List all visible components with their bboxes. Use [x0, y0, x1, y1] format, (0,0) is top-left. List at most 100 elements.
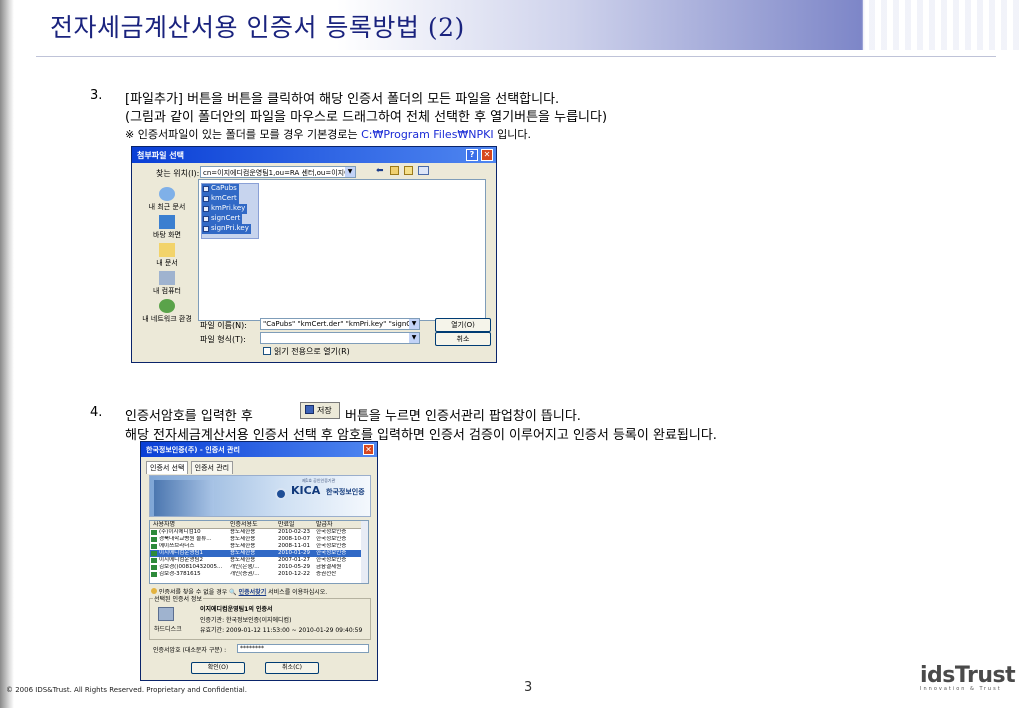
table-cell: 2010-05-29	[278, 564, 310, 570]
table-row[interactable]: 김보경-3781615 개인(증권/... 2010-12-22 증권전산	[150, 571, 368, 578]
file-item[interactable]: signCert	[202, 214, 243, 224]
place-mydocs[interactable]: 내 문서	[138, 243, 196, 271]
step3-line2: (그림과 같이 폴더안의 파일을 마우스로 드래그하여 전체 선택한 후 열기버…	[125, 110, 608, 125]
cert-manager-dialog: 한국정보인증(주) - 인증서 관리 ✕ 인증서 선택 인증서 관리 제1호 공…	[140, 441, 378, 681]
validity-line: 유효기간: 2009-01-12 11:53:00 ~ 2010-01-29 0…	[200, 627, 363, 634]
slide-title: 전자세금계산서용 인증서 등록방법 (2)	[50, 13, 465, 42]
file-item[interactable]: kmCert	[202, 194, 239, 204]
cert-table-scrollbar[interactable]	[361, 521, 368, 583]
table-cell: 한국정보인증	[316, 557, 347, 563]
ok-button[interactable]: 확인(O)	[191, 662, 245, 674]
cancel-button[interactable]: 취소(C)	[265, 662, 319, 674]
table-row[interactable]: 이지에디컴운영팀1 용도제한용 2010-01-29 한국정보인증	[150, 550, 368, 557]
tab-cert-select[interactable]: 인증서 선택	[146, 461, 189, 474]
table-cell: 증권전산	[316, 571, 337, 577]
place-recent[interactable]: 내 최근 문서	[138, 187, 196, 215]
file-icon	[203, 216, 209, 222]
group-label: 선택된 인증서 정보	[153, 594, 203, 603]
logo-tagline: Innovation & Trust	[920, 686, 1002, 692]
page-number: 3	[524, 680, 533, 695]
table-cell: 금융결제원	[316, 564, 342, 570]
password-label: 인증서암호 (대소문자 구분) :	[153, 647, 227, 654]
look-in-combo[interactable]: cn=이지에디컴운영팀1,ou=RA 센터,ou=이지에디 ▼	[200, 166, 356, 178]
cert-icon	[151, 544, 157, 549]
table-cell: 2008-10-07	[278, 536, 310, 542]
issuer-line: 인증기관: 한국정보인증(이지에디컴)	[200, 617, 292, 624]
step4-line1-before: 인증서암호를 입력한 후	[125, 409, 253, 424]
place-mycomputer[interactable]: 내 컴퓨터	[138, 271, 196, 299]
hint-after: 서비스를 이용하십시오.	[268, 589, 328, 596]
magnifier-icon: 🔍	[229, 589, 237, 596]
file-list-pane[interactable]: CaPubs kmCert kmPri.key signCert signPri…	[198, 179, 486, 321]
read-only-checkbox[interactable]	[263, 347, 271, 355]
table-row[interactable]: 김보경()00810432005... 개인(은행/... 2010-05-29 금융…	[150, 564, 368, 571]
table-cell: 2007-01-27	[278, 557, 310, 563]
cancel-button[interactable]: 취소	[435, 332, 491, 346]
file-item-label: CaPubs	[211, 184, 237, 192]
table-row[interactable]: 경북대학교병원 물류... 용도제한용 2008-10-07 한국정보인증	[150, 536, 368, 543]
open-button[interactable]: 열기(O)	[435, 318, 491, 332]
table-cell: 김보경-3781615	[159, 571, 201, 577]
table-cell: 한국정보인증	[316, 550, 347, 556]
cert-icon	[151, 530, 157, 535]
place-desktop-label: 바탕 화면	[153, 231, 181, 239]
table-row[interactable]: 에이쓰브라더스 용도제한용 2008-11-01 한국정보인증	[150, 543, 368, 550]
col-user: 사용자명	[153, 521, 176, 528]
tab-cert-manage[interactable]: 인증서 관리	[190, 461, 234, 474]
table-cell: 용도제한용	[230, 543, 256, 549]
place-desktop[interactable]: 바탕 화면	[138, 215, 196, 243]
file-item[interactable]: CaPubs	[202, 184, 239, 194]
table-cell: 경북대학교병원 물류...	[159, 536, 212, 542]
kica-logo-icon	[275, 488, 287, 500]
help-button[interactable]: ?	[466, 149, 478, 161]
cert-icon	[151, 558, 157, 563]
table-cell: 한국정보인증	[316, 536, 347, 542]
save-button-image: 저장	[300, 402, 340, 419]
file-item[interactable]: signPri.key	[202, 224, 251, 234]
note-path: C:₩Program Files₩NPKI	[361, 128, 494, 141]
cert-icon	[151, 572, 157, 577]
cert-dialog-title: 한국정보인증(주) - 인증서 관리	[146, 446, 240, 454]
file-icon	[203, 196, 209, 202]
step3-note: ※ 인증서파일이 있는 폴더를 모를 경우 기본경로는 C:₩Program F…	[125, 126, 531, 142]
close-button[interactable]: ✕	[481, 149, 493, 161]
place-mycomputer-label: 내 컴퓨터	[153, 287, 181, 295]
view-menu-icon[interactable]	[418, 166, 429, 175]
place-network-label: 내 네트워크 환경	[142, 315, 192, 323]
note-prefix: ※ 인증서파일이 있는 폴더를 모를 경우 기본경로는	[125, 128, 358, 141]
cert-tabs: 인증서 선택 인증서 관리	[146, 461, 234, 474]
back-arrow-icon[interactable]: ⬅	[376, 166, 384, 176]
desktop-icon	[159, 215, 175, 229]
places-bar: 내 최근 문서 바탕 화면 내 문서 내 컴퓨터 내 네트워크 환경	[138, 187, 196, 327]
idstrust-logo: idsTrust Innovation & Trust	[920, 663, 1016, 692]
file-item[interactable]: kmPri.key	[202, 204, 248, 214]
cert-search-link[interactable]: 인증서찾기	[239, 589, 267, 596]
file-icon	[203, 186, 209, 192]
table-row[interactable]: (주)이지에디컴10 용도제한용 2010-02-23 한국정보인증	[150, 529, 368, 536]
table-row[interactable]: 이지에디컴운영팀2 용도제한용 2007-01-27 한국정보인증	[150, 557, 368, 564]
new-folder-icon[interactable]	[404, 166, 413, 175]
close-button[interactable]: ✕	[363, 444, 374, 455]
step4-number: 4.	[90, 405, 103, 420]
cert-icon	[151, 537, 157, 542]
hard-disk-icon	[158, 607, 174, 621]
col-expiry: 만료일	[278, 521, 295, 528]
step4-line1-after: 버튼을 누르면 인증서관리 팝업창이 뜹니다.	[345, 409, 581, 424]
cert-icon	[151, 551, 157, 556]
place-network[interactable]: 내 네트워크 환경	[138, 299, 196, 327]
folder-up-icon[interactable]	[390, 166, 399, 175]
table-cell: 개인(은행/...	[230, 564, 260, 570]
file-item-label: signPri.key	[211, 224, 249, 232]
file-select-dialog: 첨부파일 선택 ? ✕ 찾는 위치(I): cn=이지에디컴운영팀1,ou=RA…	[131, 146, 497, 363]
table-cell: 한국정보인증	[316, 529, 347, 535]
password-input[interactable]: ********	[237, 644, 369, 653]
chevron-down-icon: ▼	[345, 167, 355, 177]
file-name-field[interactable]: "CaPubs" "kmCert.der" "kmPri.key" "signC…	[260, 318, 420, 330]
table-cell: 용도제한용	[230, 550, 256, 556]
file-dialog-titlebar: 첨부파일 선택 ? ✕	[132, 147, 496, 163]
file-type-combo[interactable]: ▼	[260, 332, 420, 344]
file-item-label: signCert	[211, 214, 241, 222]
file-dialog-title: 첨부파일 선택	[137, 151, 184, 160]
read-only-label: 읽기 전용으로 열기(R)	[274, 347, 350, 356]
table-cell: 김보경()00810432005...	[159, 564, 223, 570]
